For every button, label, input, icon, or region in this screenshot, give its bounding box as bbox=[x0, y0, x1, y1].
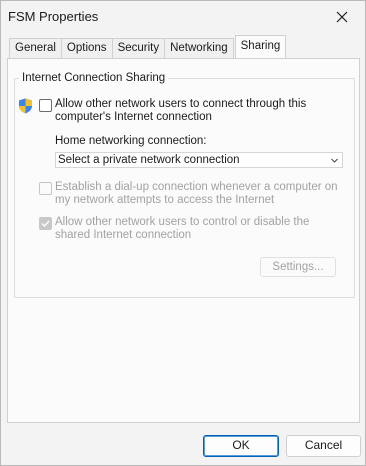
dialup-label-line2: my network attempts to access the Intern… bbox=[55, 194, 275, 206]
tab-options[interactable]: Options bbox=[60, 38, 113, 58]
title-bar: FSM Properties bbox=[1, 1, 365, 33]
ok-button[interactable]: OK bbox=[203, 435, 279, 457]
check-icon bbox=[41, 220, 50, 228]
dialup-label-line1: Establish a dial-up connection whenever … bbox=[55, 181, 338, 193]
dialup-checkbox[interactable] bbox=[39, 182, 52, 195]
allow-connect-label-line1: Allow other network users to connect thr… bbox=[55, 98, 307, 110]
allow-connect-checkbox[interactable] bbox=[39, 99, 52, 112]
close-button[interactable] bbox=[319, 1, 365, 33]
properties-dialog: FSM Properties General Options Security … bbox=[0, 0, 366, 466]
tab-security[interactable]: Security bbox=[111, 38, 166, 58]
chevron-down-icon bbox=[331, 158, 338, 163]
allow-connect-label-line2: computer's Internet connection bbox=[55, 111, 212, 123]
settings-button[interactable]: Settings... bbox=[260, 257, 336, 277]
window-title: FSM Properties bbox=[8, 9, 99, 24]
uac-shield-icon bbox=[19, 98, 32, 114]
close-icon bbox=[336, 11, 348, 23]
internet-connection-sharing-group: Internet Connection Sharing Allow other … bbox=[14, 71, 355, 298]
cancel-button[interactable]: Cancel bbox=[286, 435, 361, 457]
sharing-panel: Internet Connection Sharing Allow other … bbox=[7, 58, 360, 423]
home-network-label: Home networking connection: bbox=[55, 135, 207, 147]
tab-strip: General Options Security Networking Shar… bbox=[9, 35, 287, 58]
tab-networking[interactable]: Networking bbox=[164, 38, 234, 58]
group-title: Internet Connection Sharing bbox=[19, 71, 169, 85]
allow-control-label-line1: Allow other network users to control or … bbox=[55, 216, 310, 228]
tab-sharing[interactable]: Sharing bbox=[234, 35, 287, 58]
allow-control-checkbox[interactable] bbox=[39, 217, 52, 230]
tab-general[interactable]: General bbox=[9, 38, 62, 58]
home-network-select[interactable]: Select a private network connection bbox=[55, 152, 343, 168]
allow-control-label-line2: shared Internet connection bbox=[55, 229, 192, 241]
home-network-selected-value: Select a private network connection bbox=[58, 154, 240, 166]
